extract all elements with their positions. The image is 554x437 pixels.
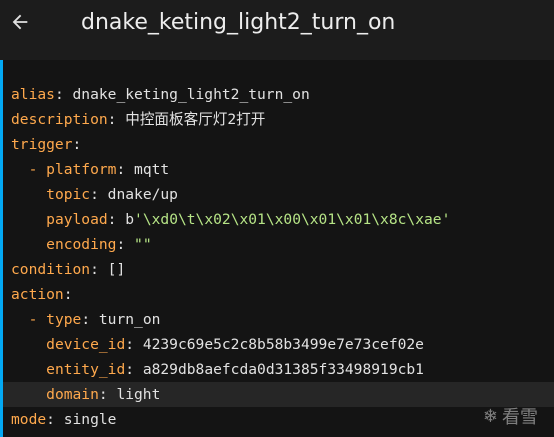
yaml-key: description — [11, 111, 108, 128]
yaml-value: light — [116, 386, 161, 403]
code-line-device-id: device_id: 4239c69e5c2c8b58b3499e7e73cef… — [46, 336, 424, 353]
yaml-value: 4239c69e5c2c8b58b3499e7e73cef02e — [142, 336, 424, 353]
watermark: ❄ 看雪 — [483, 403, 538, 429]
back-button[interactable] — [6, 8, 34, 36]
code-line-domain: domain: light — [3, 382, 554, 407]
yaml-key: topic — [46, 186, 91, 203]
yaml-key: entity_id — [46, 361, 126, 378]
top-bar: dnake_keting_light2_turn_on — [0, 0, 554, 50]
code-line-mode: mode: single — [11, 411, 117, 428]
code-line-payload: payload: b'\xd0\t\x02\x01\x00\x01\x01\x8… — [46, 211, 451, 228]
yaml-editor[interactable]: alias: dnake_keting_light2_turn_on descr… — [0, 60, 554, 437]
code-line-alias: alias: dnake_keting_light2_turn_on — [11, 86, 310, 103]
code-line-platform: - platform: mqtt — [28, 161, 170, 178]
yaml-key: device_id — [46, 336, 126, 353]
yaml-key: condition — [11, 261, 91, 278]
code-line-trigger: trigger: — [11, 136, 82, 153]
code-line-entity-id: entity_id: a829db8aefcda0d31385f33498919… — [46, 361, 424, 378]
yaml-value: dnake_keting_light2_turn_on — [72, 86, 310, 103]
yaml-value: dnake/up — [107, 186, 178, 203]
code-content: alias: dnake_keting_light2_turn_on descr… — [3, 82, 554, 432]
yaml-key: platform — [46, 161, 117, 178]
yaml-value: single — [63, 411, 117, 428]
yaml-key: domain — [46, 386, 99, 403]
code-line-description: description: 中控面板客厅灯2打开 — [11, 111, 266, 128]
watermark-text: 看雪 — [502, 407, 538, 428]
page-title: dnake_keting_light2_turn_on — [81, 10, 396, 35]
code-line-topic: topic: dnake/up — [46, 186, 178, 203]
yaml-value: mqtt — [134, 161, 170, 178]
yaml-value: [] — [107, 261, 126, 278]
code-line-condition: condition: [] — [11, 261, 126, 278]
code-line-type: - type: turn_on — [28, 311, 161, 328]
yaml-key: trigger — [11, 136, 73, 153]
yaml-string: '\xd0\t\x02\x01\x00\x01\x01\x8c\xae' — [134, 211, 451, 228]
arrow-left-icon — [12, 14, 28, 30]
yaml-key: alias — [11, 86, 55, 103]
yaml-value: 中控面板客厅灯2打开 — [125, 111, 266, 128]
yaml-key: type — [46, 311, 82, 328]
yaml-key: encoding — [46, 236, 117, 253]
yaml-value: a829db8aefcda0d31385f33498919cb1 — [142, 361, 424, 378]
code-line-action: action: — [11, 286, 73, 303]
yaml-key: action — [11, 286, 64, 303]
yaml-string: "" — [134, 236, 152, 253]
yaml-value: b — [125, 211, 135, 228]
code-line-encoding: encoding: "" — [46, 236, 152, 253]
yaml-key: payload — [46, 211, 108, 228]
yaml-value: turn_on — [98, 311, 161, 328]
snowflake-icon: ❄ — [482, 405, 498, 427]
yaml-key: mode — [11, 411, 47, 428]
